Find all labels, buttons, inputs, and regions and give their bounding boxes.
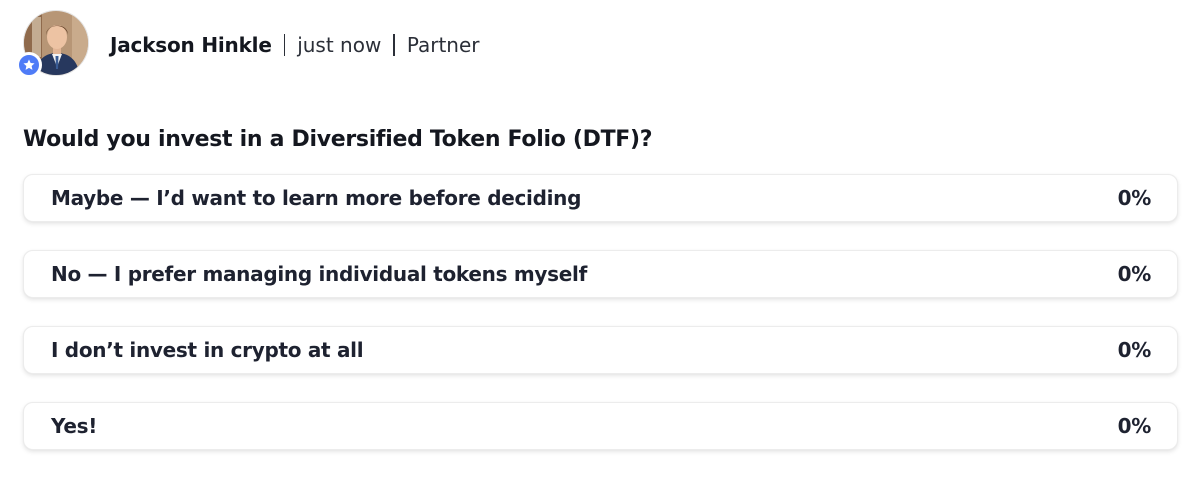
star-icon xyxy=(23,59,35,70)
post-meta: Jackson Hinkle just now Partner xyxy=(110,34,480,56)
poll-option-label: I don’t invest in crypto at all xyxy=(51,338,364,362)
author-role: Partner xyxy=(406,33,480,57)
poll-option[interactable]: I don’t invest in crypto at all 0% xyxy=(23,326,1178,374)
poll-question: Would you invest in a Diversified Token … xyxy=(23,127,653,152)
poll-option-percent: 0% xyxy=(1117,414,1152,438)
poll-options: Maybe — I’d want to learn more before de… xyxy=(23,174,1178,478)
poll-option-label: Yes! xyxy=(51,414,98,438)
poll-option-percent: 0% xyxy=(1117,262,1152,286)
poll-option[interactable]: No — I prefer managing individual tokens… xyxy=(23,250,1178,298)
poll-option-label: Maybe — I’d want to learn more before de… xyxy=(51,186,582,210)
poll-option[interactable]: Maybe — I’d want to learn more before de… xyxy=(23,174,1178,222)
poll-option-percent: 0% xyxy=(1117,186,1152,210)
author-name[interactable]: Jackson Hinkle xyxy=(110,35,272,55)
poll-option-percent: 0% xyxy=(1117,338,1152,362)
partner-badge xyxy=(16,52,42,78)
meta-divider xyxy=(283,34,286,56)
poll-option-label: No — I prefer managing individual tokens… xyxy=(51,262,587,286)
avatar-container[interactable] xyxy=(16,10,89,80)
post-header: Jackson Hinkle just now Partner xyxy=(16,10,480,80)
post-timestamp: just now xyxy=(297,33,382,57)
poll-option[interactable]: Yes! 0% xyxy=(23,402,1178,450)
meta-divider xyxy=(393,34,395,56)
